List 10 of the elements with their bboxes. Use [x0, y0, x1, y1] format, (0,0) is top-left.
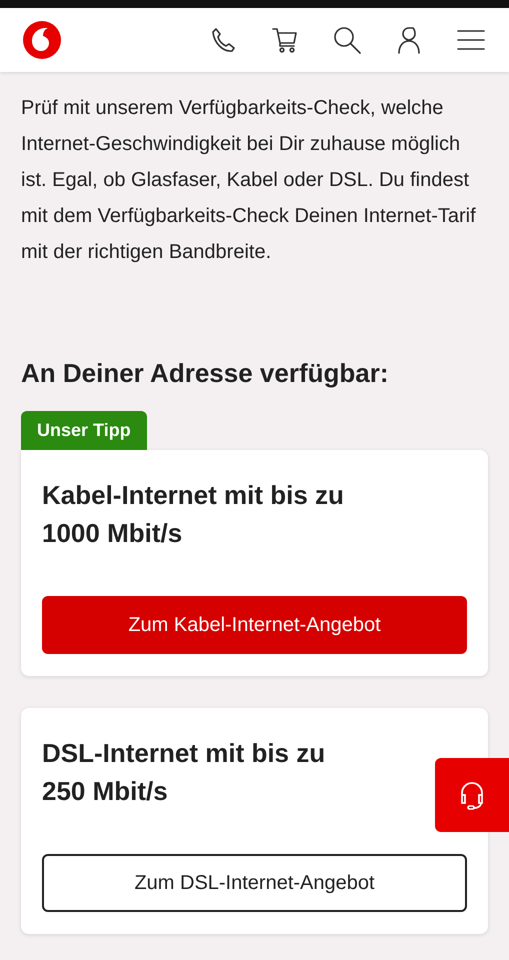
section-heading: An Deiner Adresse verfügbar:	[21, 358, 390, 389]
offer-button[interactable]: Zum DSL-Internet-Angebot	[42, 854, 467, 912]
logo-icon[interactable]	[22, 20, 62, 60]
offer-title: Kabel-Internet mit bis zu 1000 Mbit/s	[42, 479, 345, 550]
search-icon[interactable]	[331, 24, 363, 56]
offer-button[interactable]: Zum Kabel-Internet-Angebot	[42, 596, 467, 654]
headset-button[interactable]	[435, 758, 509, 832]
tip-badge: Unser Tipp	[21, 411, 147, 450]
intro-text: Prüf mit unserem Verfügbarkeits-Check, welche Internet-Geschwindigkeit bei Dir zuhause möglich ist. Egal, ob Glasfaser, Kabel oder DSL. Du findest mit dem Verfügbarkeits-Check Deinen Internet-Tarif mit der richtigen Bandbreite.	[21, 96, 477, 265]
offer-title: DSL-Internet mit bis zu 250 Mbit/s	[42, 737, 326, 808]
